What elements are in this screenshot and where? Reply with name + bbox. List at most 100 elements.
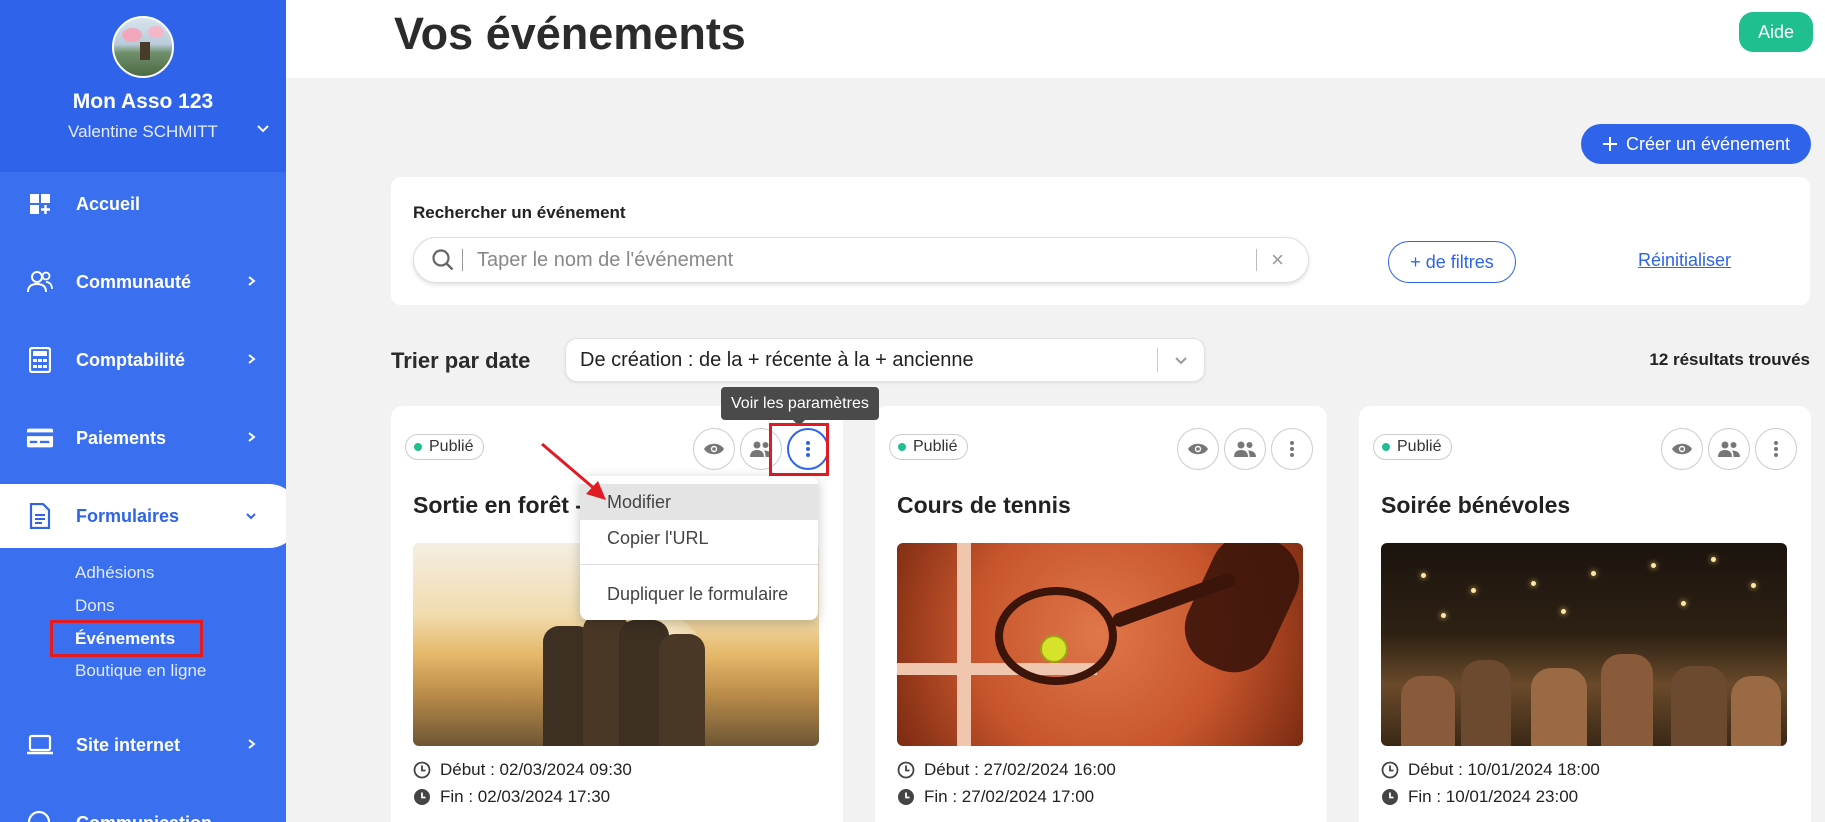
- nav-item-site-internet[interactable]: Site internet: [0, 717, 286, 773]
- chevron-down-icon: [1158, 352, 1204, 368]
- search-panel: Rechercher un événement × + de filtres R…: [391, 177, 1810, 305]
- sort-select[interactable]: De création : de la + récente à la + anc…: [565, 338, 1205, 382]
- card-actions: [1177, 428, 1313, 470]
- event-end: Fin : 10/01/2024 23:00: [1408, 786, 1579, 806]
- clock-outline-icon: [1381, 761, 1399, 778]
- search-input[interactable]: [477, 248, 1257, 272]
- org-header[interactable]: Mon Asso 123 Valentine SCHMITT: [0, 0, 286, 172]
- clock-outline-icon: [897, 761, 915, 778]
- reset-link[interactable]: Réinitialiser: [1638, 250, 1731, 271]
- status-badge: Publié: [405, 434, 485, 460]
- nav-item-comptabilite[interactable]: Comptabilité: [0, 332, 286, 388]
- avatar: [112, 16, 174, 78]
- clock-outline-icon: [413, 761, 431, 778]
- status-label: Publié: [1397, 438, 1442, 455]
- chevron-right-icon: [248, 739, 256, 749]
- laptop-icon: [26, 731, 54, 759]
- credit-card-icon: [26, 424, 54, 452]
- clear-icon[interactable]: ×: [1271, 247, 1284, 273]
- search-box[interactable]: ×: [413, 237, 1309, 283]
- nav-item-paiements[interactable]: Paiements: [0, 410, 286, 466]
- settings-menu-button[interactable]: [1755, 428, 1797, 470]
- page-title: Vos événements: [394, 8, 746, 59]
- event-image: [1381, 543, 1787, 746]
- more-vertical-icon: [1774, 441, 1778, 457]
- event-start: Début : 10/01/2024 18:00: [1408, 759, 1600, 779]
- status-dot: [1382, 443, 1390, 451]
- more-vertical-icon: [1290, 441, 1294, 457]
- results-count: 12 résultats trouvés: [1649, 350, 1810, 369]
- chevron-right-icon: [248, 354, 256, 364]
- plus-icon: [1602, 137, 1617, 151]
- clock-icon: [898, 788, 914, 805]
- sort-label: Trier par date: [391, 348, 531, 373]
- tooltip: Voir les paramètres: [721, 387, 879, 426]
- event-title[interactable]: Cours de tennis: [897, 492, 1071, 519]
- sub-item-adhesions[interactable]: Adhésions: [75, 563, 154, 583]
- settings-menu-button[interactable]: [1271, 428, 1313, 470]
- event-dates: Début : 10/01/2024 18:00 Fin : 10/01/202…: [1381, 756, 1600, 810]
- card-actions: [1661, 428, 1797, 470]
- sub-item-dons[interactable]: Dons: [75, 596, 115, 616]
- sub-item-boutique[interactable]: Boutique en ligne: [75, 661, 206, 681]
- document-icon: [26, 502, 54, 530]
- status-dot: [414, 443, 422, 451]
- nav-label: Comptabilité: [76, 349, 186, 370]
- status-badge: Publié: [889, 434, 969, 460]
- create-event-label: Créer un événement: [1625, 133, 1791, 154]
- preview-button[interactable]: [1177, 428, 1219, 470]
- chevron-down-icon: [246, 513, 256, 520]
- participants-button[interactable]: [1708, 428, 1750, 470]
- sidebar: Mon Asso 123 Valentine SCHMITT Accueil C…: [0, 0, 286, 822]
- nav-item-formulaires[interactable]: Formulaires: [0, 484, 286, 548]
- nav-label: Formulaires: [76, 505, 180, 526]
- sort-value: De création : de la + récente à la + anc…: [580, 348, 974, 371]
- megaphone-icon: [26, 809, 54, 822]
- eye-icon: [1672, 443, 1692, 455]
- event-dates: Début : 02/03/2024 09:30 Fin : 02/03/202…: [413, 756, 632, 810]
- event-card[interactable]: Publié Soirée bénévoles Début : 10/01/20…: [1359, 406, 1811, 822]
- event-start: Début : 27/02/2024 16:00: [924, 759, 1116, 779]
- dashboard-icon: [26, 190, 54, 218]
- eye-icon: [704, 443, 724, 455]
- nav-item-communaute[interactable]: Communauté: [0, 254, 286, 310]
- event-end: Fin : 02/03/2024 17:30: [440, 786, 611, 806]
- settings-dropdown-menu: Modifier Copier l'URL Dupliquer le formu…: [580, 476, 818, 620]
- preview-button[interactable]: [1661, 428, 1703, 470]
- nav-label: Communication: [76, 813, 212, 822]
- annotation-arrow-icon: [541, 442, 606, 500]
- people-icon: [1234, 441, 1256, 457]
- event-title[interactable]: Soirée bénévoles: [1381, 492, 1570, 519]
- status-dot: [898, 443, 906, 451]
- menu-divider: [580, 564, 818, 565]
- nav-item-accueil[interactable]: Accueil: [0, 176, 286, 232]
- more-filters-button[interactable]: + de filtres: [1388, 241, 1516, 283]
- status-badge: Publié: [1373, 434, 1453, 460]
- clock-icon: [1382, 788, 1398, 805]
- event-dates: Début : 27/02/2024 16:00 Fin : 27/02/202…: [897, 756, 1116, 810]
- preview-button[interactable]: [693, 428, 735, 470]
- nav-label: Site internet: [76, 734, 181, 755]
- nav-item-communication[interactable]: Communication: [0, 795, 286, 822]
- chevron-down-icon[interactable]: [256, 122, 270, 136]
- status-label: Publié: [913, 438, 958, 455]
- event-image: [897, 543, 1303, 746]
- search-icon: [432, 249, 454, 271]
- participants-button[interactable]: [1224, 428, 1266, 470]
- nav-label: Paiements: [76, 427, 167, 448]
- event-card[interactable]: Publié Cours de tennis Début : 27/02/202…: [875, 406, 1327, 822]
- event-start: Début : 02/03/2024 09:30: [440, 759, 632, 779]
- create-event-button[interactable]: Créer un événement: [1581, 124, 1811, 164]
- help-button[interactable]: Aide: [1739, 12, 1813, 52]
- menu-item-duplicate[interactable]: Dupliquer le formulaire: [580, 576, 818, 612]
- menu-item-copy-url[interactable]: Copier l'URL: [580, 520, 818, 556]
- calculator-icon: [26, 346, 54, 374]
- nav-label: Communauté: [76, 271, 192, 292]
- annotation-highlight: [50, 620, 203, 657]
- chevron-right-icon: [248, 432, 256, 442]
- page-header: Vos événements Aide: [286, 0, 1825, 78]
- chevron-right-icon: [248, 276, 256, 286]
- menu-item-modifier[interactable]: Modifier: [580, 484, 818, 520]
- org-name: Mon Asso 123: [72, 90, 214, 113]
- clock-icon: [414, 788, 430, 805]
